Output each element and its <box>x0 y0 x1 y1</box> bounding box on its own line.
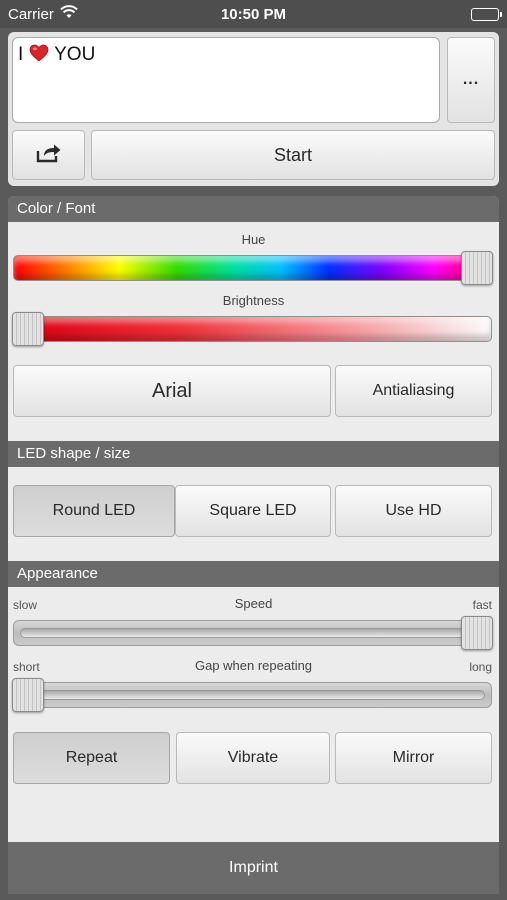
speed-slider-thumb[interactable] <box>461 616 493 650</box>
mirror-button[interactable]: Mirror <box>335 732 492 784</box>
message-input[interactable]: I YOU <box>12 37 440 123</box>
hue-label: Hue <box>241 232 266 247</box>
settings-panel: Color / Font Hue Brightness Arial Antial… <box>8 196 499 842</box>
speed-slider[interactable] <box>13 620 492 646</box>
heart-emoji <box>29 43 55 65</box>
brightness-slider[interactable] <box>13 316 492 342</box>
vibrate-button[interactable]: Vibrate <box>176 732 330 784</box>
square-led-button[interactable]: Square LED <box>175 485 331 537</box>
gap-slider-thumb[interactable] <box>12 678 44 712</box>
battery-icon <box>471 8 502 21</box>
speed-max-label: fast <box>472 598 492 612</box>
section-led-shape: LED shape / size <box>8 441 499 467</box>
repeat-button[interactable]: Repeat <box>13 732 170 784</box>
message-suffix: YOU <box>54 44 96 65</box>
share-icon <box>36 143 62 168</box>
use-hd-button[interactable]: Use HD <box>335 485 492 537</box>
gap-slider-groove <box>20 690 485 700</box>
section-color-font: Color / Font <box>8 196 499 222</box>
more-options-button[interactable]: ... <box>447 37 495 123</box>
gap-max-label: long <box>469 660 492 674</box>
brightness-label: Brightness <box>222 293 285 308</box>
round-led-button[interactable]: Round LED <box>13 485 175 537</box>
font-button[interactable]: Arial <box>13 365 331 417</box>
imprint-button[interactable]: Imprint <box>8 842 499 894</box>
message-toolbar: I YOU ... Start <box>8 32 499 186</box>
share-button[interactable] <box>12 130 85 180</box>
battery-nub <box>500 12 502 17</box>
message-prefix: I <box>18 44 24 65</box>
status-bar: Carrier 10:50 PM <box>0 0 507 28</box>
start-button[interactable]: Start <box>91 130 495 180</box>
antialiasing-button[interactable]: Antialiasing <box>335 365 492 417</box>
brightness-slider-thumb[interactable] <box>12 312 44 346</box>
hue-slider-thumb[interactable] <box>461 251 493 285</box>
gap-slider[interactable] <box>13 682 492 708</box>
hue-slider[interactable] <box>13 255 492 281</box>
speed-label: Speed <box>234 596 273 611</box>
section-appearance: Appearance <box>8 561 499 587</box>
speed-slider-groove <box>20 628 485 638</box>
status-time: 10:50 PM <box>220 6 287 23</box>
gap-label: Gap when repeating <box>194 658 313 673</box>
